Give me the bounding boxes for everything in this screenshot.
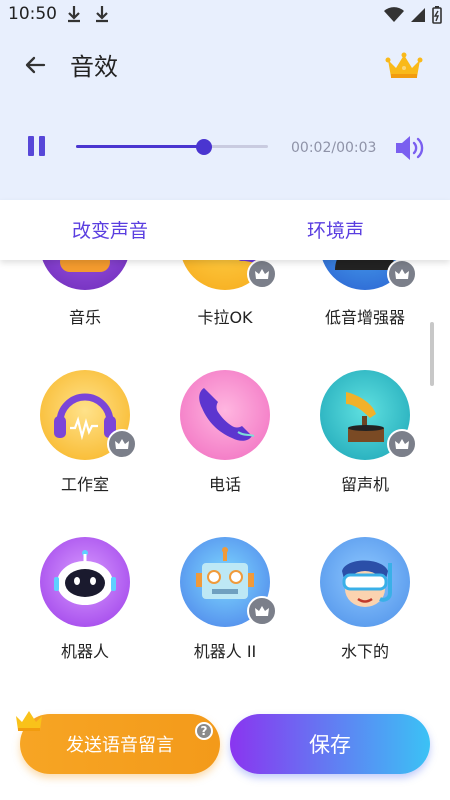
effect-studio[interactable]: 工作室 [15,370,155,510]
battery-icon [432,6,442,24]
effect-bass-booster[interactable]: 低音增强器 [295,260,435,340]
phone-icon [180,370,270,460]
save-button[interactable]: 保存 [230,714,430,774]
vip-badge-icon [387,429,417,459]
page-title: 音效 [70,53,118,81]
music-icon [40,260,130,290]
volume-button[interactable] [394,134,426,162]
playback-time: 00:02/00:03 [291,140,377,156]
download-icon [95,5,109,27]
pause-button[interactable] [28,136,52,160]
status-bar: 10:50 [0,0,450,30]
download-icon [67,5,81,27]
effect-robot[interactable]: 机器人 [15,537,155,677]
effect-label: 机器人 [60,642,109,661]
signal-icon [411,8,425,22]
arrow-left-icon [25,56,46,74]
send-voice-message-button[interactable]: 发送语音留言 [20,714,220,774]
tab-bar: 改变声音 环境声 [0,200,450,260]
scrollbar[interactable] [430,322,434,386]
robot-icon [40,537,130,627]
status-icons [384,6,442,24]
effect-label: 低音增强器 [324,308,405,327]
status-time: 10:50 [8,4,57,24]
crown-icon [385,52,423,78]
diver-icon [320,537,410,627]
vip-crown-button[interactable] [384,50,424,82]
effect-telephone[interactable]: 电话 [155,370,295,510]
tab-change-voice[interactable]: 改变声音 [72,216,148,243]
progress-fill [76,145,204,148]
back-button[interactable] [18,48,52,82]
effect-underwater[interactable]: 水下的 [295,537,435,677]
effects-grid: 音乐 卡拉OK 低音增强器 工作室 电话 留声机 机器人 机器人 II 水下的 [0,260,450,700]
tab-ambient-sound[interactable]: 环境声 [307,216,364,243]
effect-label: 工作室 [60,475,109,494]
effect-label: 卡拉OK [197,308,253,327]
wifi-icon [384,7,404,22]
help-badge[interactable]: ? [195,722,213,740]
vip-badge-icon [387,260,417,289]
effect-label: 机器人 II [193,642,257,661]
effect-robot-2[interactable]: 机器人 II [155,537,295,677]
effect-karaoke[interactable]: 卡拉OK [155,260,295,340]
progress-thumb[interactable] [196,139,212,155]
vip-badge-icon [107,429,137,459]
crown-icon [14,708,44,734]
header-area: 10:50 音效 00:02/00:03 [0,0,450,200]
volume-icon [396,136,424,160]
effect-label: 音乐 [68,308,101,327]
effect-label: 水下的 [340,642,389,661]
effect-label: 留声机 [340,475,389,494]
vip-badge-icon [247,260,277,289]
vip-badge-icon [247,596,277,626]
effect-music[interactable]: 音乐 [15,260,155,340]
effect-label: 电话 [208,475,241,494]
effect-gramophone[interactable]: 留声机 [295,370,435,510]
pause-icon [28,136,34,156]
